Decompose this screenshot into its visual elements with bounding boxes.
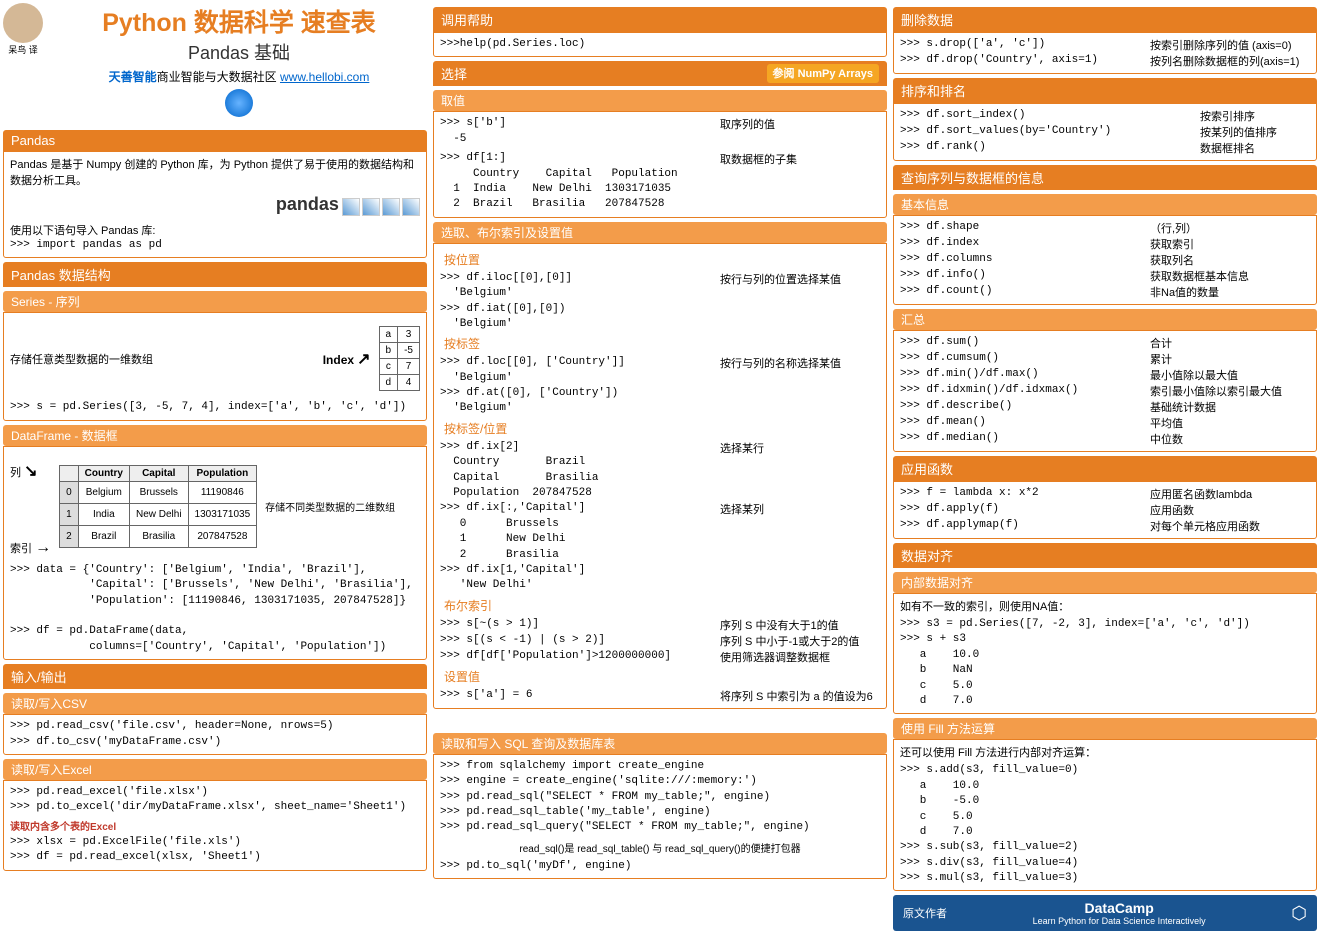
- basic-body: >>> df.shape（行,列）>>> df.index获取索引>>> df.…: [893, 215, 1317, 305]
- inner-align-header: 内部数据对齐: [893, 572, 1317, 593]
- sum-body: >>> df.sum()合计>>> df.cumsum()累计>>> df.mi…: [893, 330, 1317, 452]
- pandas-intro-body: Pandas 是基于 Numpy 创建的 Python 库，为 Python 提…: [3, 151, 427, 258]
- csv-header: 读取/写入CSV: [3, 693, 427, 714]
- apply-header: 应用函数: [893, 456, 1317, 481]
- info-row: >>> df.describe()基础统计数据: [900, 399, 1310, 415]
- info-row: >>> df.min()/df.max()最小值除以最大值: [900, 367, 1310, 383]
- community-link[interactable]: www.hellobi.com: [280, 70, 369, 84]
- series-code: >>> s = pd.Series([3, -5, 7, 4], index=[…: [10, 400, 420, 415]
- datacamp-brand: DataCamp: [1033, 900, 1206, 916]
- drop-header: 删除数据: [893, 7, 1317, 32]
- io-section-header: 输入/输出: [3, 664, 427, 689]
- inner-align-body: 如有不一致的索引，则使用NA值： >>> s3 = pd.Series([7, …: [893, 593, 1317, 714]
- info-row: >>> df.count()非Na值的数量: [900, 284, 1310, 300]
- info-row: >>> df.idxmin()/df.idxmax()索引最小值除以索引最大值: [900, 383, 1310, 399]
- shield-icon: ⬡: [1291, 903, 1307, 924]
- info-row: >>> df.median()中位数: [900, 431, 1310, 447]
- excel-body: >>> pd.read_excel('file.xlsx') >>> pd.to…: [3, 780, 427, 871]
- df-body: 列 ↘ 索引 → CountryCapitalPopulation 0Belgi…: [3, 446, 427, 660]
- footer-bar: 原文作者 DataCamp Learn Python for Data Scie…: [893, 895, 1317, 931]
- get-header: 取值: [433, 90, 887, 111]
- translator-avatar: [3, 3, 43, 43]
- header-logo-area: 呆鸟 译 Python 数据科学 速查表 Pandas 基础 天善智能商业智能与…: [3, 3, 427, 121]
- select-header: 选择 参阅 NumPy Arrays: [433, 61, 887, 86]
- align-header: 数据对齐: [893, 543, 1317, 568]
- info-row: >>> df.cumsum()累计: [900, 351, 1310, 367]
- sql-header: 读取和写入 SQL 查询及数据库表: [433, 733, 887, 754]
- info-header: 查询序列与数据框的信息: [893, 165, 1317, 190]
- info-row: >>> df.mean()平均值: [900, 415, 1310, 431]
- apply-body: >>> f = lambda x: x*2应用匿名函数lambda >>> df…: [893, 481, 1317, 539]
- fill-header: 使用 Fill 方法运算: [893, 718, 1317, 739]
- df-header: DataFrame - 数据框: [3, 425, 427, 446]
- info-row: >>> df.info()获取数据框基本信息: [900, 268, 1310, 284]
- excel-header: 读取/写入Excel: [3, 759, 427, 780]
- info-row: >>> df.columns获取列名: [900, 252, 1310, 268]
- sql-body: >>> from sqlalchemy import create_engine…: [433, 754, 887, 879]
- series-header: Series - 序列: [3, 291, 427, 312]
- help-body: >>>help(pd.Series.loc): [433, 32, 887, 57]
- series-table: a3 b-5 c7 d4: [379, 326, 420, 391]
- get-body: >>> s['b'] -5取序列的值 >>> df[1:] Country Ca…: [433, 111, 887, 217]
- csv-body: >>> pd.read_csv('file.csv', header=None,…: [3, 714, 427, 755]
- df-code: >>> data = {'Country': ['Belgium', 'Indi…: [10, 563, 420, 655]
- sel-header: 选取、布尔索引及设置值: [433, 222, 887, 243]
- basic-header: 基本信息: [893, 194, 1317, 215]
- info-row: >>> df.index获取索引: [900, 236, 1310, 252]
- sel-body: 按位置 >>> df.iloc[[0],[0]] 'Belgium' >>> d…: [433, 243, 887, 709]
- pandas-section-header: Pandas: [3, 130, 427, 151]
- main-title: Python 数据科学 速查表: [51, 3, 427, 39]
- pandas-logo-text: pandas: [276, 194, 339, 214]
- sum-header: 汇总: [893, 309, 1317, 330]
- info-row: >>> df.shape（行,列）: [900, 220, 1310, 236]
- series-body: 存储任意类型数据的一维数组 Index ↗ a3 b-5 c7 d4 >>> s…: [3, 312, 427, 420]
- community-link-line: 天善智能商业智能与大数据社区 www.hellobi.com: [51, 68, 427, 85]
- arrow-icon: ↗: [357, 351, 370, 368]
- translator-credit: 呆鸟 译: [3, 43, 43, 56]
- hellobi-logo-icon: [225, 89, 253, 117]
- sort-header: 排序和排名: [893, 78, 1317, 103]
- help-header: 调用帮助: [433, 7, 887, 32]
- sort-body: >>> df.sort_index()按索引排序 >>> df.sort_val…: [893, 103, 1317, 161]
- drop-body: >>> s.drop(['a', 'c'])按索引删除序列的值 (axis=0)…: [893, 32, 1317, 74]
- info-row: >>> df.sum()合计: [900, 335, 1310, 351]
- pandas-icon-strip: [342, 198, 420, 216]
- numpy-ref-tag: 参阅 NumPy Arrays: [767, 64, 879, 83]
- df-table: CountryCapitalPopulation 0BelgiumBrussel…: [59, 465, 257, 548]
- ds-section-header: Pandas 数据结构: [3, 262, 427, 287]
- fill-body: 还可以使用 Fill 方法进行内部对齐运算： >>> s.add(s3, fil…: [893, 739, 1317, 891]
- import-code: >>> import pandas as pd: [10, 238, 420, 253]
- arrow-icon: →: [35, 539, 51, 556]
- sub-title: Pandas 基础: [51, 39, 427, 65]
- arrow-icon: ↘: [24, 463, 37, 480]
